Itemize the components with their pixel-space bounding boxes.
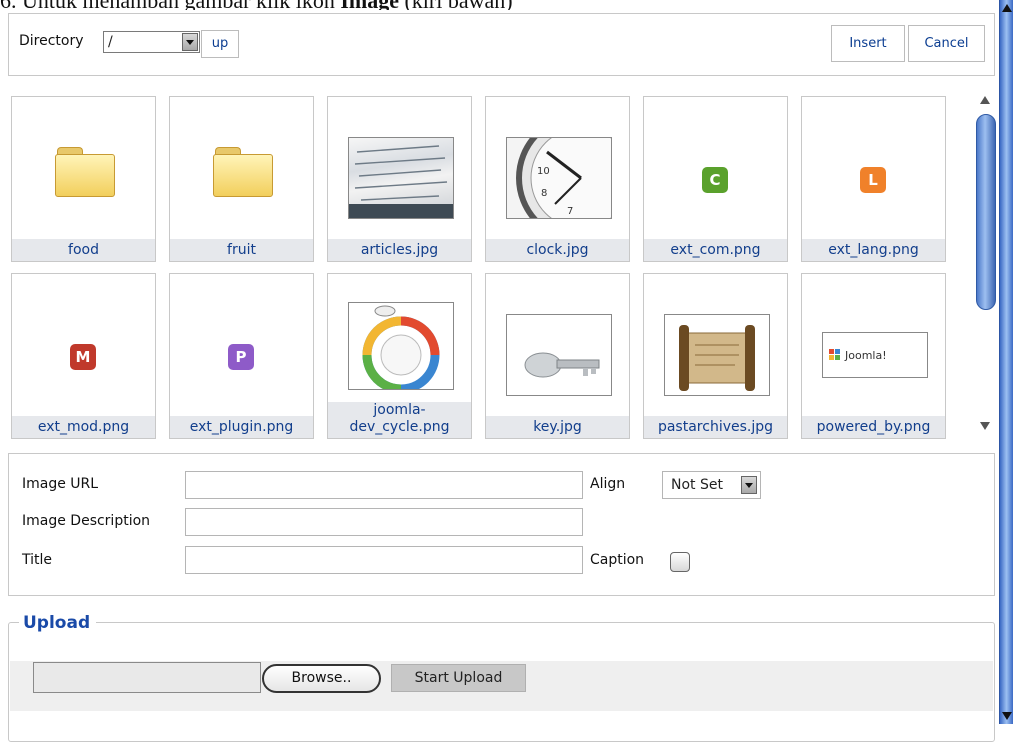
file-grid-scrollbar[interactable] — [975, 92, 997, 436]
browse-button[interactable]: Browse.. — [262, 664, 381, 693]
cancel-button[interactable]: Cancel — [908, 25, 985, 62]
caption-checkbox[interactable] — [670, 552, 690, 572]
file-tile-joomla-dev-cycle[interactable]: joomla-dev_cycle.png — [327, 273, 472, 439]
scroll-down-icon[interactable] — [980, 422, 990, 430]
file-name: ext_mod.png — [12, 416, 155, 438]
module-badge-icon: M — [70, 344, 96, 370]
image-description-input[interactable] — [185, 508, 583, 536]
folder-icon — [12, 97, 155, 230]
file-tile-fruit[interactable]: fruit — [169, 96, 314, 262]
align-select-value: Not Set — [671, 477, 723, 493]
file-tile-powered-by[interactable]: Joomla! powered_by.png — [801, 273, 946, 439]
joomla-logo-text: Joomla! — [844, 349, 887, 362]
start-upload-button[interactable]: Start Upload — [391, 664, 526, 692]
scrollbar-thumb[interactable] — [976, 114, 996, 310]
cycle-diagram-thumbnail — [348, 302, 454, 390]
image-description-label: Image Description — [22, 513, 151, 529]
page-scrollbar[interactable] — [999, 0, 1013, 724]
file-name: ext_plugin.png — [170, 416, 313, 438]
file-name: ext_com.png — [644, 239, 787, 261]
align-label: Align — [590, 476, 626, 492]
file-tile-ext-com[interactable]: C ext_com.png — [643, 96, 788, 262]
caption-label: Caption — [590, 552, 645, 568]
articles-image — [349, 145, 453, 218]
file-name: ext_lang.png — [802, 239, 945, 261]
instruction-bold: Image — [340, 0, 399, 10]
directory-select-value: / — [108, 34, 113, 50]
joomla-logo-thumbnail: Joomla! — [822, 332, 928, 378]
file-browser: food fruit articles.jpg 10 8 7 clock.jpg… — [8, 86, 995, 447]
directory-toolbar: Directory / up Insert Cancel — [8, 13, 995, 76]
file-name: clock.jpg — [486, 239, 629, 261]
upload-legend: Upload — [19, 613, 97, 633]
directory-label: Directory — [19, 33, 84, 49]
image-url-label: Image URL — [22, 476, 99, 492]
chevron-down-icon[interactable] — [741, 476, 757, 494]
file-name: articles.jpg — [328, 239, 471, 261]
file-tile-ext-mod[interactable]: M ext_mod.png — [11, 273, 156, 439]
instruction-heading: 6. Untuk menambah gambar klik ikon Image… — [0, 0, 1000, 10]
file-name: fruit — [170, 239, 313, 261]
title-input[interactable] — [185, 546, 583, 574]
file-tile-ext-plugin[interactable]: P ext_plugin.png — [169, 273, 314, 439]
file-name: powered_by.png — [802, 416, 945, 438]
file-name: food — [12, 239, 155, 261]
plugin-badge-icon: P — [228, 344, 254, 370]
scroll-image — [679, 325, 755, 391]
scroll-thumbnail — [664, 314, 770, 396]
file-name: joomla-dev_cycle.png — [328, 402, 471, 438]
key-image — [524, 352, 600, 378]
scroll-up-icon[interactable] — [1002, 4, 1012, 12]
upload-file-input[interactable] — [33, 662, 261, 693]
clock-image: 10 8 7 — [516, 138, 611, 218]
folder-icon — [170, 97, 313, 230]
scroll-up-icon[interactable] — [980, 96, 990, 104]
clock-thumbnail: 10 8 7 — [506, 137, 612, 219]
chevron-down-icon[interactable] — [182, 33, 198, 51]
up-button[interactable]: up — [201, 30, 239, 58]
title-label: Title — [22, 552, 53, 568]
file-tile-ext-lang[interactable]: L ext_lang.png — [801, 96, 946, 262]
key-thumbnail — [506, 314, 612, 396]
file-name: key.jpg — [486, 416, 629, 438]
scroll-down-icon[interactable] — [1002, 712, 1012, 720]
file-tile-pastarchives[interactable]: pastarchives.jpg — [643, 273, 788, 439]
cycle-diagram-image — [362, 305, 440, 389]
instruction-prefix: 6. Untuk menambah gambar klik ikon — [0, 0, 340, 10]
directory-select[interactable]: / — [103, 31, 200, 53]
align-select[interactable]: Not Set — [662, 471, 761, 499]
component-badge-icon: C — [702, 167, 728, 193]
file-tile-clock[interactable]: 10 8 7 clock.jpg — [485, 96, 630, 262]
joomla-logo-image: Joomla! — [829, 349, 887, 362]
image-url-input[interactable] — [185, 471, 583, 499]
insert-button[interactable]: Insert — [831, 25, 905, 62]
image-properties-form: Image URL Align Not Set Image Descriptio… — [8, 453, 995, 596]
file-tile-articles[interactable]: articles.jpg — [327, 96, 472, 262]
file-tile-food[interactable]: food — [11, 96, 156, 262]
language-badge-icon: L — [860, 167, 886, 193]
articles-thumbnail — [348, 137, 454, 219]
svg-text:8: 8 — [541, 188, 547, 199]
svg-text:7: 7 — [567, 206, 573, 217]
file-name: pastarchives.jpg — [644, 416, 787, 438]
instruction-suffix: (kiri bawah) — [399, 0, 512, 10]
svg-text:10: 10 — [537, 166, 550, 177]
file-tile-key[interactable]: key.jpg — [485, 273, 630, 439]
